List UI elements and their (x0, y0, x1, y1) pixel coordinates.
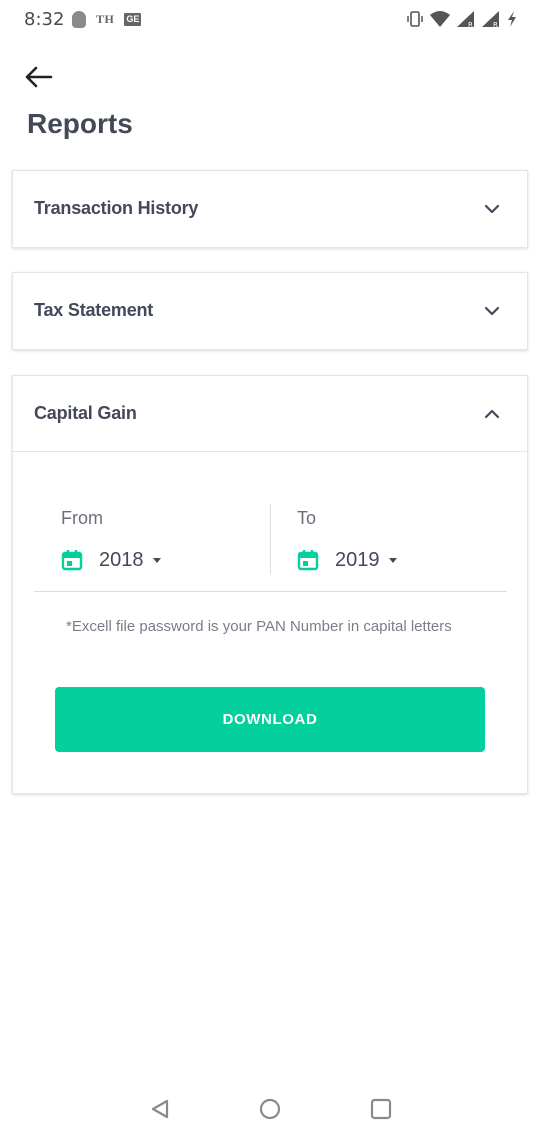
from-column: From 2018 (61, 504, 271, 576)
tax-statement-header[interactable]: Tax Statement (13, 273, 527, 349)
capital-gain-card: Capital Gain From 2018 To 2019 *Excell f… (12, 375, 528, 794)
tax-statement-title: Tax Statement (34, 300, 154, 320)
to-year-value: 2019 (335, 548, 380, 571)
to-column: To 2019 (297, 504, 507, 576)
carrier-badge: TH (96, 12, 115, 26)
system-nav-bar (0, 1080, 540, 1140)
status-bar: 8:32 TH GE R R (0, 0, 540, 40)
nav-back-icon[interactable] (147, 1096, 173, 1122)
nav-home-icon[interactable] (257, 1096, 283, 1122)
calendar-icon (61, 550, 83, 571)
capital-gain-header[interactable]: Capital Gain (13, 376, 527, 452)
nav-recents-icon[interactable] (368, 1096, 394, 1122)
caret-down-icon (152, 557, 161, 563)
from-label: From (61, 508, 103, 528)
status-notification-icons: TH GE (72, 11, 142, 28)
status-time: 8:32 (24, 9, 65, 30)
back-button[interactable] (22, 60, 58, 94)
download-button[interactable]: DOWNLOAD (55, 687, 485, 752)
svg-text:R: R (493, 21, 498, 28)
capital-gain-title: Capital Gain (34, 403, 137, 423)
to-year-select[interactable]: 2019 (297, 546, 397, 574)
vibrate-icon (407, 11, 423, 27)
signal-icon: R (457, 11, 474, 28)
from-year-value: 2018 (99, 548, 144, 571)
transaction-history-header[interactable]: Transaction History (13, 171, 527, 247)
notification-app-icon (72, 11, 86, 28)
password-note: *Excell file password is your PAN Number… (66, 618, 452, 635)
caret-down-icon (388, 557, 397, 563)
calendar-icon (297, 550, 319, 571)
status-system-icons: R R (406, 10, 518, 28)
wifi-icon (430, 11, 450, 27)
from-year-select[interactable]: 2018 (61, 546, 161, 574)
signal-icon-2: R (482, 11, 499, 28)
range-divider (270, 504, 271, 574)
svg-text:R: R (468, 21, 473, 28)
chevron-down-icon (484, 306, 500, 316)
tax-statement-card: Tax Statement (12, 272, 528, 350)
to-label: To (297, 508, 317, 528)
chevron-down-icon (484, 204, 500, 214)
chevron-up-icon (484, 409, 500, 419)
page-title: Reports (27, 108, 133, 139)
transaction-history-card: Transaction History (12, 170, 528, 248)
arrow-left-icon (25, 66, 53, 88)
battery-charging-icon (508, 11, 516, 27)
date-range-row: From 2018 To 2019 (34, 504, 507, 592)
transaction-history-title: Transaction History (34, 198, 199, 218)
ge-badge-icon: GE (124, 13, 142, 26)
